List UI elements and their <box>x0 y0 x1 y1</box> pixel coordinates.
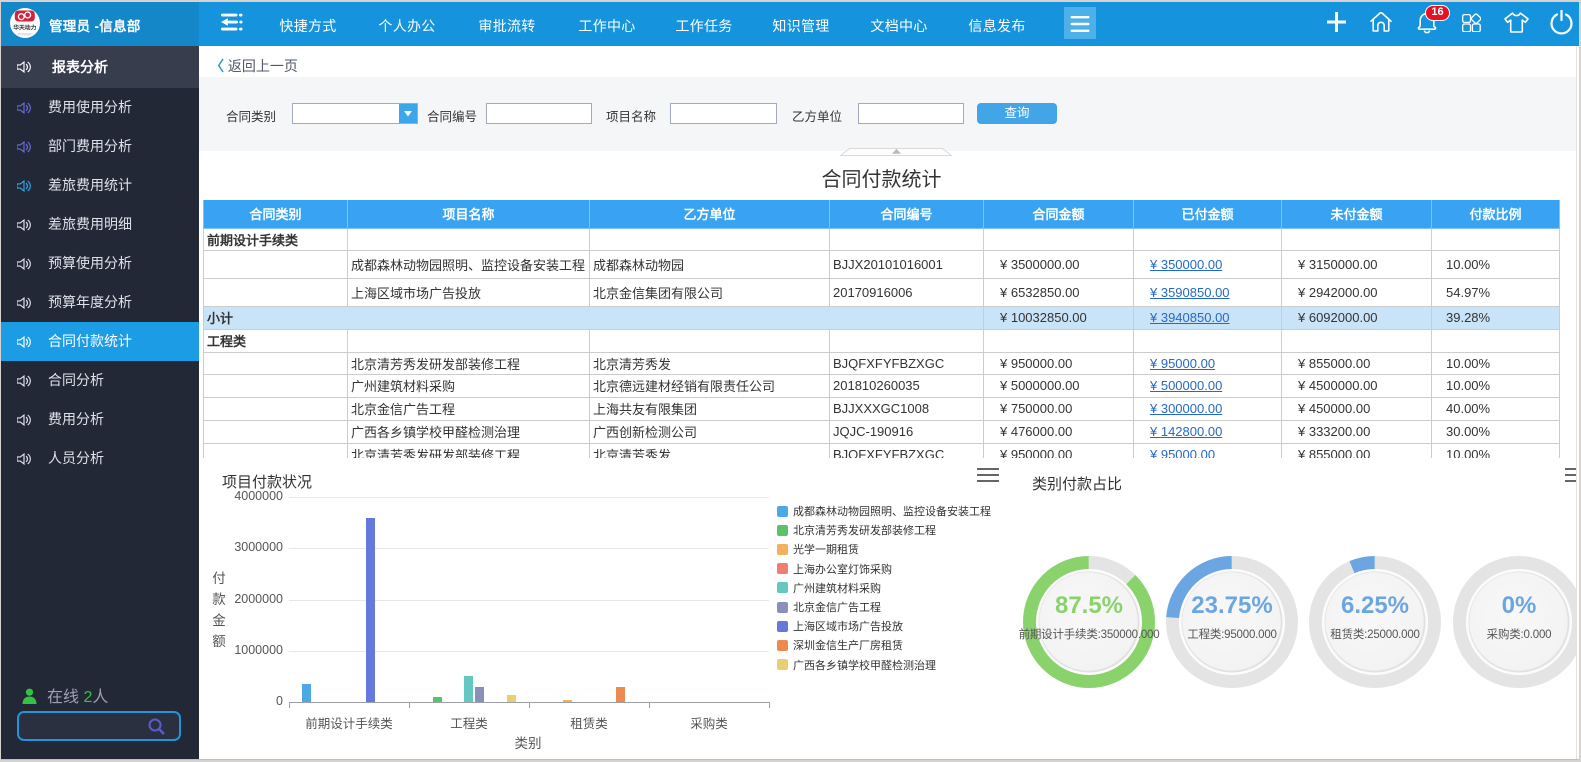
svg-text:POWER: POWER <box>18 33 32 37</box>
svg-text:华天动力: 华天动力 <box>13 24 36 32</box>
